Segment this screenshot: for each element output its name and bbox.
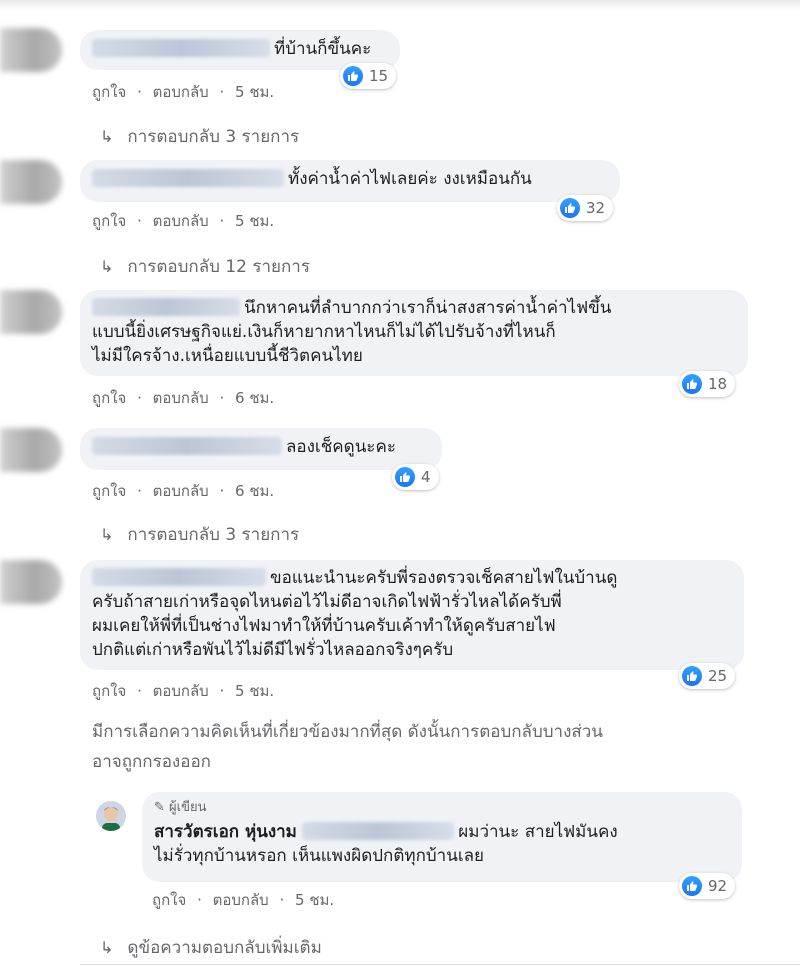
like-link[interactable]: ถูกใจ: [92, 212, 126, 230]
avatar[interactable]: [0, 560, 62, 604]
timestamp[interactable]: 5 ชม.: [235, 212, 274, 230]
author-badge-label: ผู้เขียน: [169, 800, 207, 815]
reply-link[interactable]: ตอบกลับ: [153, 482, 209, 500]
like-link[interactable]: ถูกใจ: [92, 83, 126, 101]
reply-link[interactable]: ตอบกลับ: [153, 212, 209, 230]
author-avatar[interactable]: [96, 801, 126, 831]
comment-text-line: แบบนี้ยิ่งเศรษฐกิจแย่.เงินก็หายากหาไหนก็…: [92, 322, 556, 342]
comment-bubble: ทั้งค่าน้ำค่าไฟเลยค่ะ งงเหมือนกัน: [80, 160, 620, 202]
comment-text: ที่บ้านก็ขึ้นคะ: [274, 39, 372, 59]
comment-text-line: ครับถ้าสายเก่าหรือจุดไหนต่อไว้ไม่ดีอาจเก…: [92, 592, 562, 612]
pencil-icon: ✎: [154, 800, 165, 815]
comment-text-line: ผมว่านะ สายไฟมันคง: [458, 822, 618, 842]
avatar[interactable]: [0, 28, 62, 72]
reaction-count[interactable]: 15: [340, 63, 397, 89]
blurred-author-name[interactable]: [92, 568, 266, 586]
comment-actions: ถูกใจ · ตอบกลับ · 5 ชม.: [152, 891, 335, 909]
comment-actions: ถูกใจ · ตอบกลับ · 5 ชม.: [92, 682, 275, 700]
previous-comment-edge: [0, 0, 800, 10]
like-link[interactable]: ถูกใจ: [92, 482, 126, 500]
like-link[interactable]: ถูกใจ: [92, 682, 126, 700]
reaction-count[interactable]: 32: [557, 195, 614, 221]
blurred-author-name[interactable]: [92, 437, 282, 455]
divider: [80, 964, 800, 965]
reply-arrow-icon: ↳: [100, 257, 114, 276]
blurred-author-name[interactable]: [92, 39, 270, 57]
avatar[interactable]: [0, 160, 62, 204]
comment-text-line: ผมเคยให้พี่ที่เป็นช่างไฟมาทำให้ที่บ้านคร…: [92, 616, 556, 636]
like-reaction-icon: [560, 198, 580, 218]
reaction-count[interactable]: 25: [679, 663, 736, 689]
reply-arrow-icon: ↳: [100, 938, 114, 957]
timestamp[interactable]: 5 ชม.: [235, 83, 274, 101]
reply-link[interactable]: ตอบกลับ: [153, 83, 209, 101]
avatar[interactable]: [0, 428, 62, 472]
timestamp[interactable]: 6 ชม.: [235, 389, 274, 407]
comment-actions: ถูกใจ · ตอบกลับ · 5 ชม.: [92, 212, 275, 230]
reaction-number: 15: [369, 67, 389, 85]
reaction-count[interactable]: 4: [392, 464, 439, 490]
like-reaction-icon: [395, 467, 415, 487]
reaction-number: 25: [708, 667, 728, 685]
blurred-author-name[interactable]: [92, 298, 240, 316]
comment-text-line: ไม่รั่วทุกบ้านหรอก เห็นแพงผิดปกติทุกบ้าน…: [154, 846, 485, 866]
comment-text-line: นึกหาคนที่ลำบากกว่าเราก็น่าสงสารค่าน้ำค่…: [244, 298, 612, 318]
timestamp[interactable]: 5 ชม.: [295, 891, 334, 909]
like-link[interactable]: ถูกใจ: [92, 389, 126, 407]
view-replies-link[interactable]: ↳ การตอบกลับ 12 รายการ: [100, 253, 310, 280]
comment-text: ลองเช็คดูนะคะ: [286, 437, 396, 457]
comment-bubble: นึกหาคนที่ลำบากกว่าเราก็น่าสงสารค่าน้ำค่…: [80, 290, 748, 376]
reaction-count[interactable]: 18: [679, 371, 736, 397]
blurred-author-name[interactable]: [92, 169, 284, 187]
like-reaction-icon: [682, 666, 702, 686]
comment-bubble: ลองเช็คดูนะคะ: [80, 428, 442, 470]
comment-bubble: ✎ ผู้เขียน สารวัตรเอก หุ่นงาม ผมว่านะ สา…: [142, 792, 742, 882]
comment-text-line: ปกติแต่เก่าหรือพันไว้ไม่ดีมีไฟรั่วไหลออก…: [92, 640, 454, 660]
comment-text-line: ขอแนะนำนะครับพี่รองตรวจเช็คสายไฟในบ้านดู: [270, 568, 618, 588]
comment-actions: ถูกใจ · ตอบกลับ · 6 ชม.: [92, 389, 275, 407]
like-reaction-icon: [343, 66, 363, 86]
timestamp[interactable]: 6 ชม.: [235, 482, 274, 500]
reply-arrow-icon: ↳: [100, 525, 114, 544]
person-icon: [102, 807, 120, 831]
view-replies-link[interactable]: ↳ การตอบกลับ 3 รายการ: [100, 123, 299, 150]
reaction-number: 32: [586, 199, 606, 217]
like-reaction-icon: [682, 374, 702, 394]
like-link[interactable]: ถูกใจ: [152, 891, 186, 909]
reaction-number: 92: [708, 877, 728, 895]
reaction-number: 18: [708, 375, 728, 393]
comment-actions: ถูกใจ · ตอบกลับ · 6 ชม.: [92, 482, 275, 500]
comment-bubble: ขอแนะนำนะครับพี่รองตรวจเช็คสายไฟในบ้านดู…: [80, 560, 744, 670]
reply-link[interactable]: ตอบกลับ: [213, 891, 269, 909]
view-replies-link[interactable]: ↳ การตอบกลับ 3 รายการ: [100, 521, 299, 548]
reply-link[interactable]: ตอบกลับ: [153, 389, 209, 407]
reply-arrow-icon: ↳: [100, 127, 114, 146]
like-reaction-icon: [682, 876, 702, 896]
reply-link[interactable]: ตอบกลับ: [153, 682, 209, 700]
reaction-count[interactable]: 92: [679, 873, 736, 899]
author-name[interactable]: สารวัตรเอก หุ่นงาม: [154, 822, 297, 842]
blurred-mentioned-name[interactable]: [302, 822, 455, 840]
comment-actions: ถูกใจ · ตอบกลับ · 5 ชม.: [92, 83, 275, 101]
comment-text-line: ไม่มีใครจ้าง.เหนื่อยแบบนี้ชีวิตคนไทย: [92, 346, 363, 366]
timestamp[interactable]: 5 ชม.: [235, 682, 274, 700]
view-more-replies-link[interactable]: ↳ ดูข้อความตอบกลับเพิ่มเติม: [100, 934, 322, 961]
comment-text: ทั้งค่าน้ำค่าไฟเลยค่ะ งงเหมือนกัน: [288, 169, 532, 189]
reaction-number: 4: [421, 468, 431, 486]
avatar[interactable]: [0, 290, 62, 334]
filtered-replies-notice: มีการเลือกความคิดเห็นที่เกี่ยวข้องมากที่…: [92, 722, 603, 772]
